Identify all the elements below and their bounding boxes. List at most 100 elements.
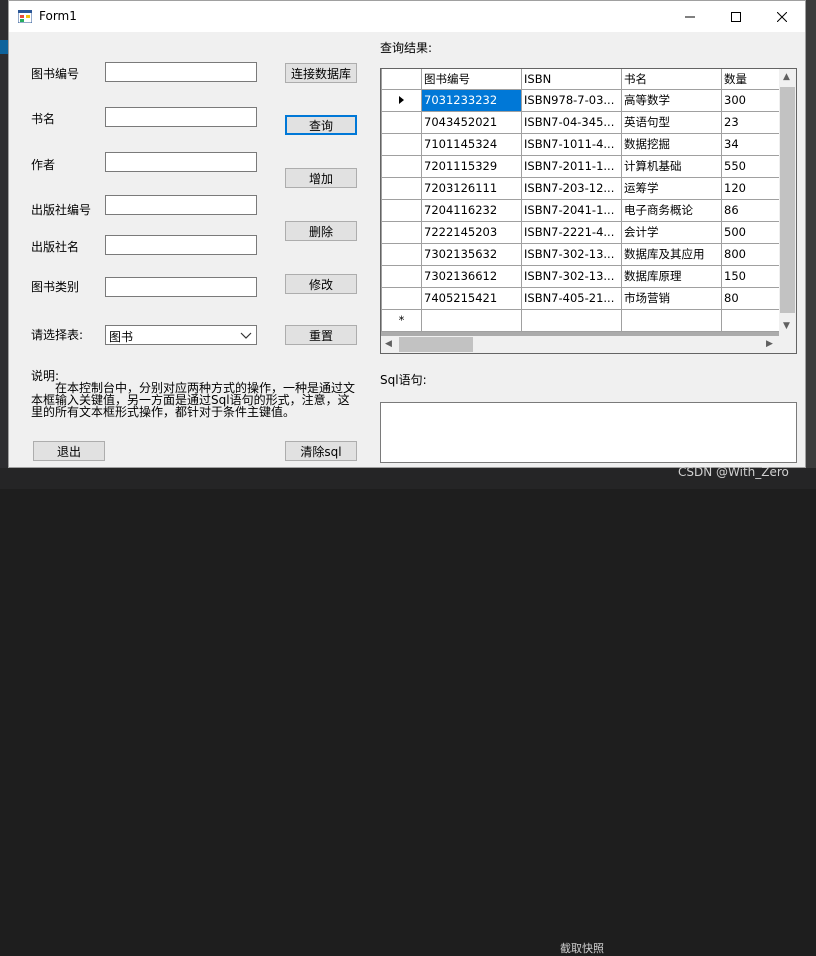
modify-button[interactable]: 修改 [285,274,357,294]
table-cell[interactable]: ISBN7-04-345... [521,110,622,134]
table-cell[interactable]: 英语句型 [621,110,722,134]
book-name-input[interactable] [105,107,257,127]
category-input[interactable] [105,277,257,297]
label-query-result: 查询结果: [380,41,433,55]
table-cell[interactable]: 23 [721,110,782,134]
table-cell[interactable]: 300 [721,88,782,112]
title-bar[interactable]: Form1 [9,1,805,32]
table-cell[interactable]: ISBN978-7-03... [521,88,622,112]
table-cell[interactable]: 7405215421 [421,286,522,310]
table-cell[interactable]: ISBN7-405-21... [521,286,622,310]
table-cell[interactable] [521,308,622,332]
table-cell[interactable]: 会计学 [621,220,722,244]
publisher-name-input[interactable] [105,235,257,255]
table-cell[interactable]: 7031233232 [421,88,522,112]
table-row[interactable]: 7203126111 ISBN7-203-12... 运筹学 120 [381,176,782,200]
table-row[interactable]: 7405215421 ISBN7-405-21... 市场营销 80 [381,286,782,310]
delete-button[interactable]: 删除 [285,221,357,241]
table-cell[interactable]: 86 [721,198,782,222]
scroll-left-icon[interactable]: ◀ [385,339,392,349]
book-id-input[interactable] [105,62,257,82]
table-row[interactable]: 7302136612 ISBN7-302-13... 数据库原理 150 [381,264,782,288]
horizontal-scroll-thumb[interactable] [399,337,473,352]
table-row[interactable]: 7204116232 ISBN7-2041-1... 电子商务概论 86 [381,198,782,222]
row-header[interactable] [381,154,422,178]
minimize-button[interactable] [667,1,713,32]
table-cell[interactable] [421,308,522,332]
table-cell[interactable]: 800 [721,242,782,266]
query-button[interactable]: 查询 [285,115,357,135]
table-row[interactable]: 7043452021 ISBN7-04-345... 英语句型 23 [381,110,782,134]
publisher-id-input[interactable] [105,195,257,215]
scroll-up-icon[interactable]: ▲ [783,72,790,82]
table-cell[interactable]: 7302136612 [421,264,522,288]
table-cell[interactable]: 电子商务概论 [621,198,722,222]
table-cell[interactable]: 数据挖掘 [621,132,722,156]
table-cell[interactable]: ISBN7-302-13... [521,242,622,266]
table-cell[interactable]: 市场营销 [621,286,722,310]
vertical-scroll-thumb[interactable] [780,87,795,313]
table-cell[interactable] [621,308,722,332]
row-header[interactable] [381,220,422,244]
table-cell[interactable]: 120 [721,176,782,200]
table-cell[interactable]: 80 [721,286,782,310]
table-cell[interactable]: 数据库及其应用 [621,242,722,266]
row-header[interactable] [381,88,422,112]
table-cell[interactable]: 7222145203 [421,220,522,244]
row-header[interactable] [381,132,422,156]
table-cell[interactable]: ISBN7-1011-4... [521,132,622,156]
table-row[interactable]: 7101145324 ISBN7-1011-4... 数据挖掘 34 [381,132,782,156]
row-header[interactable] [381,110,422,134]
table-cell[interactable]: 7204116232 [421,198,522,222]
table-cell[interactable]: 500 [721,220,782,244]
table-cell[interactable]: ISBN7-2041-1... [521,198,622,222]
table-cell[interactable]: 7043452021 [421,110,522,134]
scroll-right-icon[interactable]: ▶ [766,339,773,349]
row-header[interactable] [381,198,422,222]
table-cell[interactable]: 高等数学 [621,88,722,112]
column-header[interactable]: 书名 [621,69,722,90]
row-header[interactable] [381,176,422,200]
table-cell[interactable]: 7101145324 [421,132,522,156]
table-cell[interactable]: 数据库原理 [621,264,722,288]
table-row[interactable]: 7302135632 ISBN7-302-13... 数据库及其应用 800 [381,242,782,266]
table-row[interactable]: 7031233232 ISBN978-7-03... 高等数学 300 [381,88,782,112]
scroll-down-icon[interactable]: ▼ [783,321,790,331]
author-input[interactable] [105,152,257,172]
table-cell[interactable]: 7203126111 [421,176,522,200]
row-header[interactable] [381,264,422,288]
column-header[interactable]: ISBN [521,69,622,90]
table-cell[interactable]: 550 [721,154,782,178]
table-row[interactable]: 7201115329 ISBN7-2011-1... 计算机基础 550 [381,154,782,178]
table-cell[interactable]: 34 [721,132,782,156]
table-cell[interactable]: 7302135632 [421,242,522,266]
add-button[interactable]: 增加 [285,168,357,188]
table-cell[interactable]: ISBN7-203-12... [521,176,622,200]
clear-sql-button[interactable]: 清除sql [285,441,357,461]
table-cell[interactable]: 计算机基础 [621,154,722,178]
reset-button[interactable]: 重置 [285,325,357,345]
grid-vertical-scrollbar[interactable]: ▲ ▼ [779,69,796,337]
table-cell[interactable]: ISBN7-2011-1... [521,154,622,178]
close-button[interactable] [759,1,805,32]
table-cell[interactable]: ISBN7-302-13... [521,264,622,288]
new-row[interactable]: * [381,308,782,332]
row-header[interactable] [381,242,422,266]
table-row[interactable]: 7222145203 ISBN7-2221-4... 会计学 500 [381,220,782,244]
column-header[interactable]: 数量 [721,69,782,90]
grid-horizontal-scrollbar[interactable]: ◀ ▶ [381,336,779,353]
table-cell[interactable]: 7201115329 [421,154,522,178]
label-sql-statement: Sql语句: [380,373,427,387]
results-grid[interactable]: 图书编号 ISBN 书名 数量 7031233232 ISBN978-7-03..… [380,68,797,354]
table-cell[interactable]: 运筹学 [621,176,722,200]
exit-button[interactable]: 退出 [33,441,105,461]
column-header[interactable]: 图书编号 [421,69,522,90]
row-header[interactable] [381,286,422,310]
table-cell[interactable]: 150 [721,264,782,288]
table-cell[interactable] [721,308,782,332]
table-cell[interactable]: ISBN7-2221-4... [521,220,622,244]
connect-db-button[interactable]: 连接数据库 [285,63,357,83]
maximize-button[interactable] [713,1,759,32]
table-select[interactable]: 图书 [105,325,257,345]
sql-input[interactable] [380,402,797,463]
